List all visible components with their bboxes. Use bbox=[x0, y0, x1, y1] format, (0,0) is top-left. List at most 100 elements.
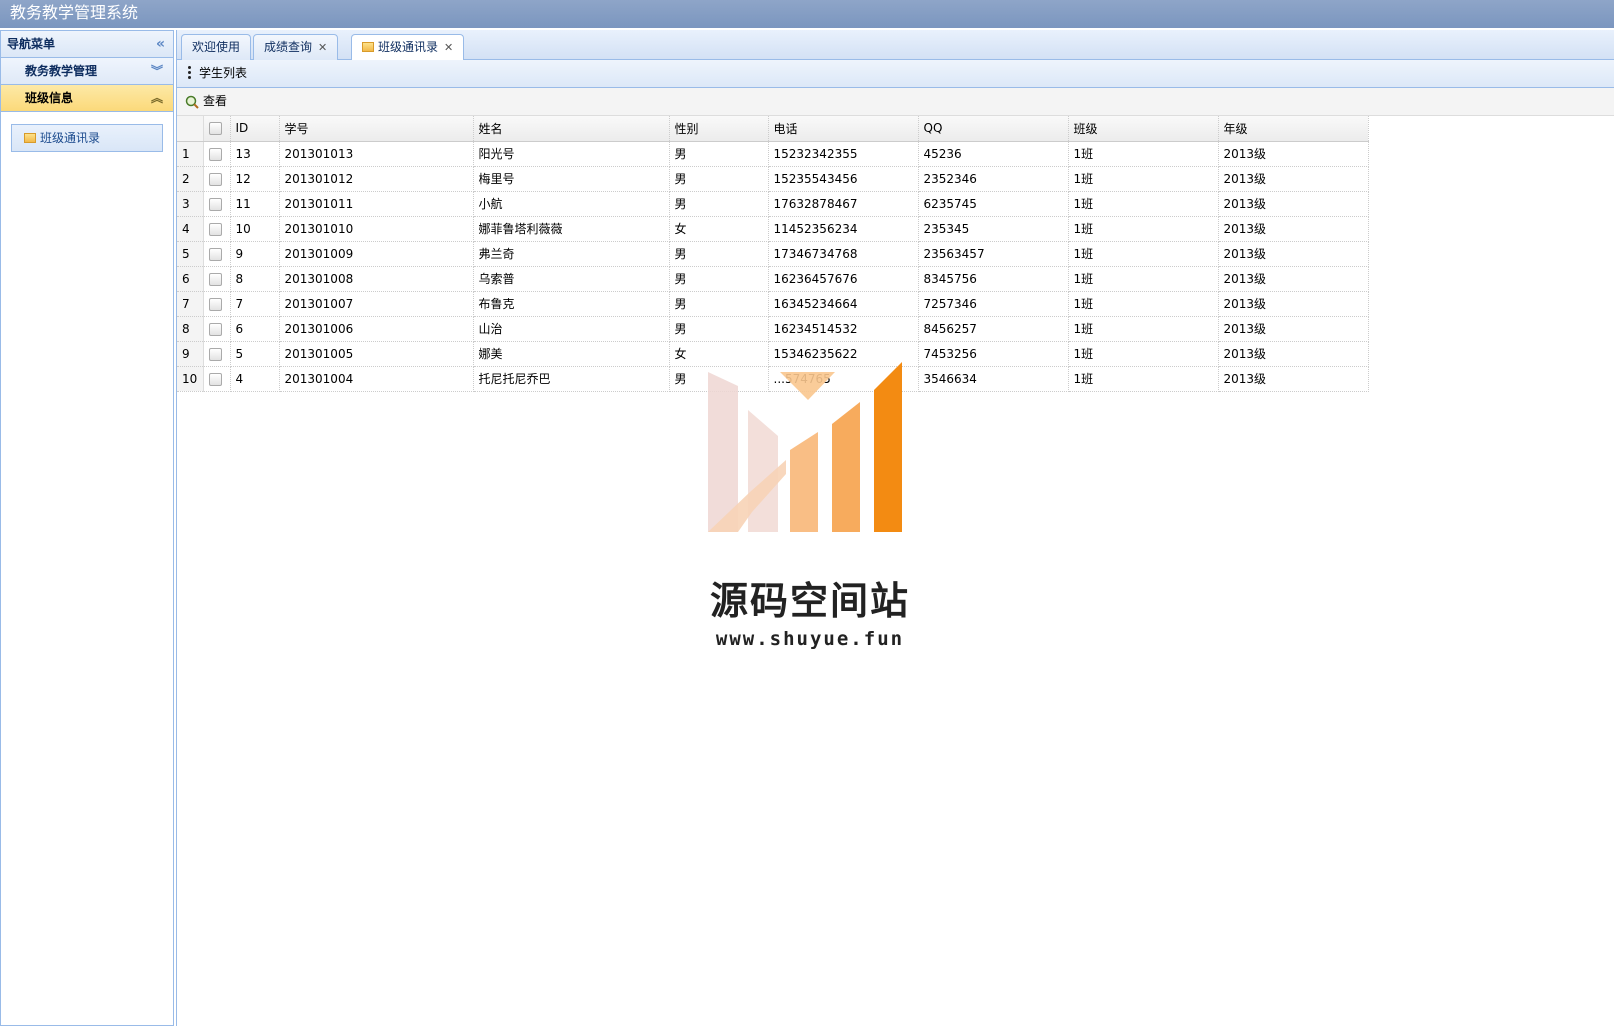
row-checkbox[interactable] bbox=[208, 322, 222, 336]
nav-group-class-info[interactable]: 班级信息 ︽ bbox=[1, 85, 173, 112]
cell-id: 4 bbox=[230, 366, 280, 392]
row-checkbox[interactable] bbox=[208, 222, 222, 236]
table-row[interactable]: 9 5 201301005 娜美女 15346235622 7453256 1班 2013级 bbox=[177, 341, 1369, 367]
cell-name: 阳光号 bbox=[473, 141, 670, 167]
cell-phone: 15346235622 bbox=[768, 341, 919, 367]
cell-qq: 235345 bbox=[918, 216, 1069, 242]
cell-name: 娜美 bbox=[473, 341, 670, 367]
row-checkbox[interactable] bbox=[208, 147, 222, 161]
cell-class: 1班 bbox=[1068, 266, 1219, 292]
cell-sex: 男 bbox=[669, 266, 769, 292]
cell-sex: 男 bbox=[669, 166, 769, 192]
cell-id: 11 bbox=[230, 191, 280, 217]
table-row[interactable]: 7 7 201301007 布鲁克男 16345234664 7257346 1班 2013级 bbox=[177, 291, 1369, 317]
cell-student-no: 201301005 bbox=[279, 341, 474, 367]
table-row[interactable]: 5 9 201301009 弗兰奇男 17346734768 23563457 1班 2013… bbox=[177, 241, 1369, 267]
cell-grade: 2013级 bbox=[1218, 366, 1369, 392]
cell-name: 梅里号 bbox=[473, 166, 670, 192]
select-all-checkbox[interactable] bbox=[208, 122, 222, 136]
col-header-class[interactable]: 班级 bbox=[1068, 116, 1219, 142]
toolbar: 查看 bbox=[177, 88, 1614, 116]
cell-name: 布鲁克 bbox=[473, 291, 670, 317]
app-title: 教务教学管理系统 bbox=[10, 3, 139, 22]
table-row[interactable]: 10 4 201301004 托尼托尼乔巴男 ...574765 3546634 1班 201… bbox=[177, 366, 1369, 392]
tab-welcome[interactable]: 欢迎使用 bbox=[181, 34, 252, 61]
panel-title-bar: 学生列表 bbox=[177, 60, 1614, 88]
row-checkbox[interactable] bbox=[208, 347, 222, 361]
cell-class: 1班 bbox=[1068, 316, 1219, 342]
row-number: 9 bbox=[177, 341, 204, 367]
table-row[interactable]: 3 11 201301011 小航男 17632878467 6235745 1班 2013级 bbox=[177, 191, 1369, 217]
folder-icon bbox=[24, 133, 36, 143]
col-header-name[interactable]: 姓名 bbox=[473, 116, 670, 142]
nav-group-academic[interactable]: 教务教学管理 ︾ bbox=[1, 58, 173, 85]
col-header-phone[interactable]: 电话 bbox=[768, 116, 919, 142]
cell-sex: 女 bbox=[669, 216, 769, 242]
nav-header-label: 导航菜单 bbox=[7, 37, 56, 51]
cell-student-no: 201301011 bbox=[279, 191, 474, 217]
table-row[interactable]: 2 12 201301012 梅里号男 15235543456 2352346 1班 2013… bbox=[177, 166, 1369, 192]
cell-class: 1班 bbox=[1068, 141, 1219, 167]
cell-phone: 15232342355 bbox=[768, 141, 919, 167]
tab-label: 成绩查询 bbox=[264, 40, 313, 54]
row-checkbox[interactable] bbox=[208, 372, 222, 386]
row-select-cell bbox=[203, 316, 231, 342]
col-header-id[interactable]: ID bbox=[230, 116, 280, 142]
tab-grade-query[interactable]: 成绩查询 ✕ bbox=[253, 34, 339, 131]
cell-grade: 2013级 bbox=[1218, 341, 1369, 367]
cell-id: 8 bbox=[230, 266, 280, 292]
tab-class-directory[interactable]: 班级通讯录 ✕ bbox=[351, 34, 465, 62]
cell-sex: 男 bbox=[669, 291, 769, 317]
row-checkbox[interactable] bbox=[208, 197, 222, 211]
cell-name: 托尼托尼乔巴 bbox=[473, 366, 670, 392]
row-checkbox[interactable] bbox=[208, 247, 222, 261]
collapse-left-icon[interactable]: « bbox=[156, 31, 165, 58]
cell-phone: ...574765 bbox=[768, 366, 919, 392]
cell-student-no: 201301013 bbox=[279, 141, 474, 167]
sidebar: 导航菜单 « 教务教学管理 ︾ 班级信息 ︽ 班级通讯录 bbox=[0, 30, 174, 1026]
row-checkbox[interactable] bbox=[208, 297, 222, 311]
col-header-qq[interactable]: QQ bbox=[918, 116, 1069, 142]
cell-student-no: 201301004 bbox=[279, 366, 474, 392]
cell-student-no: 201301006 bbox=[279, 316, 474, 342]
cell-grade: 2013级 bbox=[1218, 141, 1369, 167]
cell-grade: 2013级 bbox=[1218, 241, 1369, 267]
nav-group-body: 班级通讯录 bbox=[1, 112, 173, 164]
cell-sex: 男 bbox=[669, 191, 769, 217]
cell-grade: 2013级 bbox=[1218, 316, 1369, 342]
cell-class: 1班 bbox=[1068, 341, 1219, 367]
cell-qq: 45236 bbox=[918, 141, 1069, 167]
col-header-sex[interactable]: 性别 bbox=[669, 116, 769, 142]
table-row[interactable]: 8 6 201301006 山治男 16234514532 8456257 1班 2013级 bbox=[177, 316, 1369, 342]
row-checkbox[interactable] bbox=[208, 272, 222, 286]
student-grid: ID 学号 姓名 性别 电话 QQ 班级 年级 1 13 201301013 阳光号男… bbox=[177, 116, 1369, 392]
table-row[interactable]: 4 10 201301010 娜菲鲁塔利薇薇女 11452356234 235345 1班 2… bbox=[177, 216, 1369, 242]
folder-icon bbox=[362, 42, 374, 52]
tab-label: 班级通讯录 bbox=[378, 40, 439, 54]
close-icon[interactable]: ✕ bbox=[318, 41, 327, 54]
cell-id: 13 bbox=[230, 141, 280, 167]
tab-bar: 欢迎使用 成绩查询 ✕ 班级通讯录 ✕ bbox=[177, 30, 1614, 131]
select-all-header bbox=[203, 116, 231, 142]
table-row[interactable]: 6 8 201301008 乌索普男 16236457676 8345756 1班 2013级 bbox=[177, 266, 1369, 292]
row-select-cell bbox=[203, 366, 231, 392]
cell-id: 9 bbox=[230, 241, 280, 267]
cell-student-no: 201301010 bbox=[279, 216, 474, 242]
close-icon[interactable]: ✕ bbox=[444, 41, 453, 54]
cell-id: 12 bbox=[230, 166, 280, 192]
cell-class: 1班 bbox=[1068, 241, 1219, 267]
view-button[interactable]: 查看 bbox=[203, 94, 227, 108]
cell-phone: 16236457676 bbox=[768, 266, 919, 292]
row-checkbox[interactable] bbox=[208, 172, 222, 186]
nav-link-class-directory[interactable]: 班级通讯录 bbox=[11, 124, 163, 152]
row-select-cell bbox=[203, 191, 231, 217]
search-icon bbox=[185, 95, 199, 109]
nav-header: 导航菜单 « bbox=[1, 30, 173, 58]
row-select-cell bbox=[203, 341, 231, 367]
cell-name: 山治 bbox=[473, 316, 670, 342]
row-number: 6 bbox=[177, 266, 204, 292]
col-header-student-no[interactable]: 学号 bbox=[279, 116, 474, 142]
table-row[interactable]: 1 13 201301013 阳光号男 15232342355 45236 1班 2013级 bbox=[177, 141, 1369, 167]
cell-sex: 男 bbox=[669, 316, 769, 342]
col-header-grade[interactable]: 年级 bbox=[1218, 116, 1369, 142]
